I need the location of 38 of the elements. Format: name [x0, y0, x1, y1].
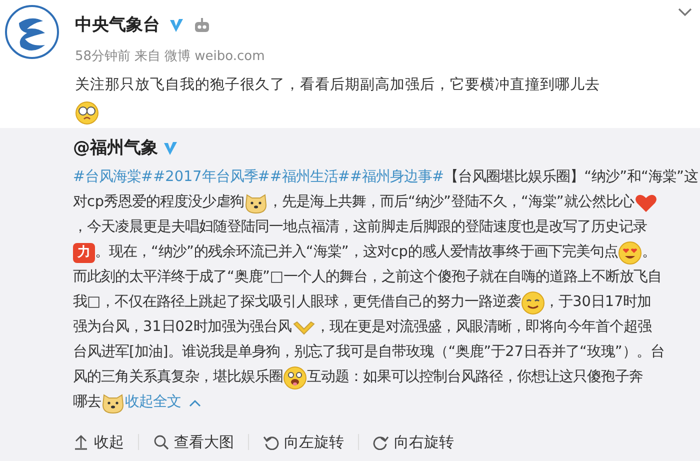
glasses-face-icon: [75, 100, 99, 125]
post-text: 互动题：如果可以控制台风路径，你想让这只傻孢子奔: [307, 368, 643, 387]
toolbar-button[interactable]: 向左旋转: [263, 431, 344, 454]
post-text: 风的三角关系真复杂，堪比娱乐圈: [73, 368, 283, 387]
search-icon: [153, 434, 169, 450]
robot-icon: [193, 16, 211, 35]
upload-icon: [73, 434, 89, 450]
post-text: 。现在，“纳沙”的残余环流已并入“海棠”，这对cp的感人爱情故事终于画下完美句点: [95, 242, 618, 262]
post-text: 而此刻的太平洋终于成了“奥鹿”□一个人的舞台，之前这个傻孢子就在自嗨的道路上不断放飞自: [73, 268, 662, 287]
rotate-right-icon: [373, 434, 389, 450]
post-text: 对cp秀恩爱的程度没少虐狗: [73, 192, 244, 212]
post-text: 。: [642, 243, 656, 262]
toolbar-button[interactable]: 查看大图: [153, 431, 234, 454]
post-text: ，今天凌晨更是夫唱妇随登陆同一地点福清，这前脚走后脚跟的登陆速度也是改写了历史记录: [73, 218, 647, 237]
source-link[interactable]: 微博 weibo.com: [164, 46, 265, 66]
repost-author[interactable]: @福州气象: [73, 136, 158, 161]
heart-eyes-face-icon: [618, 240, 642, 264]
toolbar-button[interactable]: 向右旋转: [373, 431, 454, 454]
post-text: 强为台风，31日02时加强为强台风: [73, 318, 292, 337]
post-text: ，于30日17时加: [544, 293, 652, 312]
tongue-face-icon: [283, 366, 307, 390]
caret-up-icon[interactable]: [189, 398, 201, 406]
source-label: 来自: [134, 48, 161, 66]
rotate-left-icon: [263, 434, 279, 450]
post-text: 我□，不仅在路径上跳起了探戈吸引人眼球，更凭借自己的努力一路逆袭: [73, 292, 521, 312]
post-text: 哪去: [73, 393, 101, 412]
post-text: 台风进军[加油]。谁说我是单身狗，别忘了我可是自带玫瑰（“奥鹿”于27日吞并了“玫瑰”）。台: [73, 342, 664, 362]
avatar-logo: [5, 5, 59, 59]
badge-emoji: 力: [73, 242, 95, 262]
smiley-face-icon: [520, 290, 545, 314]
post-text: ，先是海上共舞，而后“纳沙”登陆不久，“海棠”就公然比心: [268, 192, 634, 212]
post-text: 【台风圈堪比娱乐圈】“纳沙”和“海棠”这: [444, 168, 698, 187]
chevron-down-icon[interactable]: [678, 8, 692, 17]
post-text: ，现在更是对流强盛，风眼清晰，即将向今年首个超强: [316, 318, 652, 337]
toolbar-button[interactable]: 收起: [73, 431, 124, 454]
author-name[interactable]: 中央气象台: [75, 13, 160, 38]
post-text: 关注那只放飞自我的狍子很久了，看看后期副高加强后，它要横冲直撞到哪儿去: [75, 75, 600, 95]
post-time: 58分钟前: [75, 48, 131, 66]
